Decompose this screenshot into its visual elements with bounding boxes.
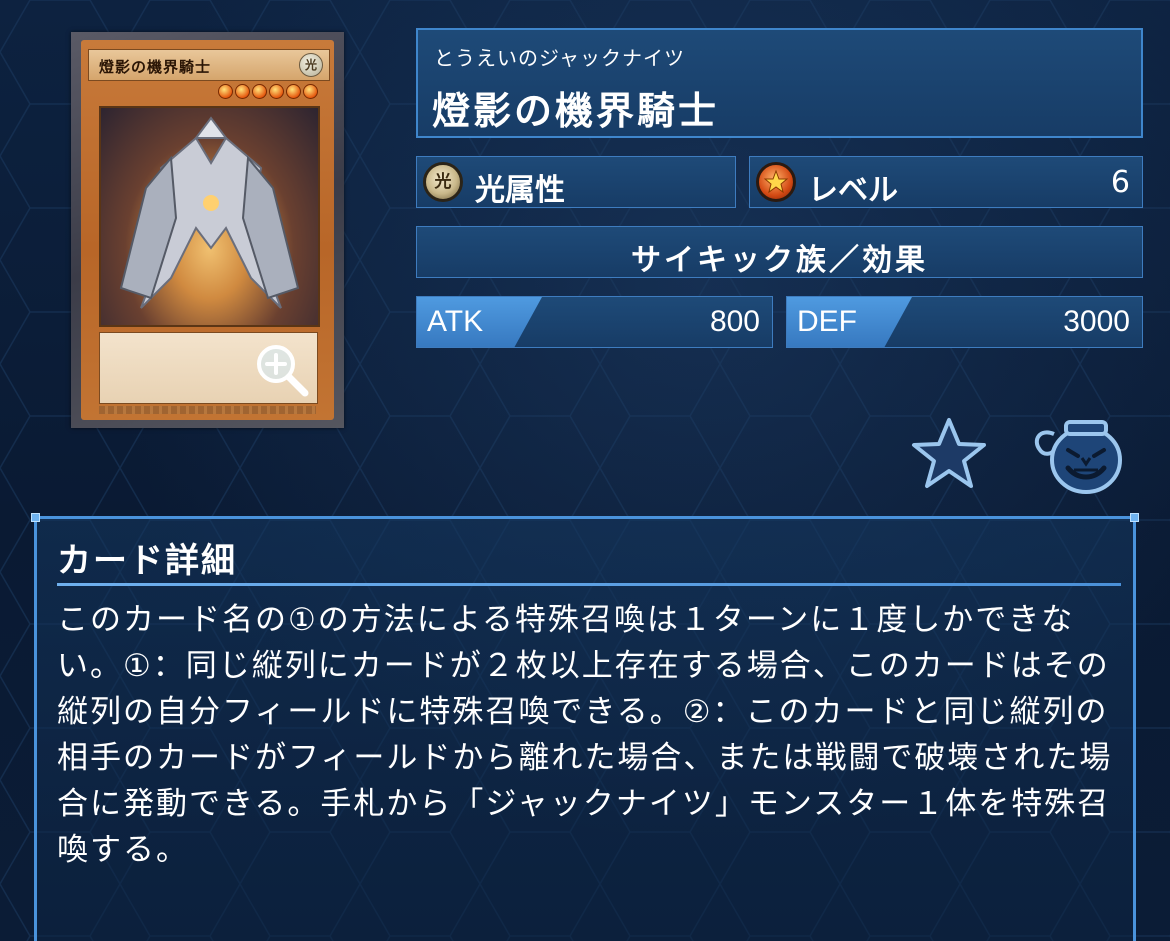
atk-label: ATK <box>427 305 484 338</box>
level-value: 6 <box>1110 165 1130 200</box>
def-label: DEF <box>797 305 857 338</box>
light-attribute-icon: 光 <box>423 162 463 202</box>
zoom-in-icon[interactable] <box>252 340 314 402</box>
monster-type: サイキック族／効果 <box>631 243 928 278</box>
attribute-label: 光属性 <box>475 173 565 208</box>
level-star-icon <box>218 84 233 99</box>
level-star-icon <box>303 84 318 99</box>
detail-divider <box>57 583 1121 586</box>
pot-of-greed-icon[interactable] <box>1030 410 1126 496</box>
detail-title: カード詳細 <box>57 541 237 581</box>
card-effect-text: このカード名の①の方法による特殊召喚は１ターンに１度しかできない。①：同じ縦列に… <box>57 602 1113 868</box>
card-detail-box: カード詳細 このカード名の①の方法による特殊召喚は１ターンに１度しかできない。①… <box>31 513 1139 941</box>
level-panel: レベル 6 <box>749 156 1143 208</box>
level-star-icon <box>235 84 250 99</box>
card-artwork <box>99 106 320 327</box>
card-level-stars <box>216 84 318 100</box>
def-value: 3000 <box>1063 305 1130 338</box>
attribute-panel: 光 光属性 <box>416 156 736 208</box>
card-footer <box>99 406 316 414</box>
corner-marker <box>1130 513 1139 522</box>
card-name-ruby: とうえいのジャックナイツ <box>434 46 685 70</box>
type-panel: サイキック族／効果 <box>416 226 1143 278</box>
card-attribute-icon: 光 <box>299 53 323 77</box>
card-name-panel: とうえいのジャックナイツ 燈影の機界騎士 <box>416 28 1143 138</box>
atk-panel: ATK 800 <box>416 296 773 348</box>
level-star-icon <box>269 84 284 99</box>
corner-marker <box>31 513 40 522</box>
def-panel: DEF 3000 <box>786 296 1143 348</box>
star-icon[interactable] <box>908 414 990 492</box>
card-printed-name: 燈影の機界騎士 <box>99 58 212 76</box>
atk-value: 800 <box>709 305 760 338</box>
level-star-icon <box>286 84 301 99</box>
card-detail-screen: 燈影の機界騎士 光 とうえいのジャックナイツ 燈影の機界騎士 光 光属性 レベル… <box>0 0 1170 941</box>
card-name: 燈影の機界騎士 <box>432 89 720 133</box>
level-star-icon <box>756 162 796 202</box>
level-label: レベル <box>808 173 898 208</box>
card-name-bar: 燈影の機界騎士 光 <box>88 49 330 81</box>
level-star-icon <box>252 84 267 99</box>
